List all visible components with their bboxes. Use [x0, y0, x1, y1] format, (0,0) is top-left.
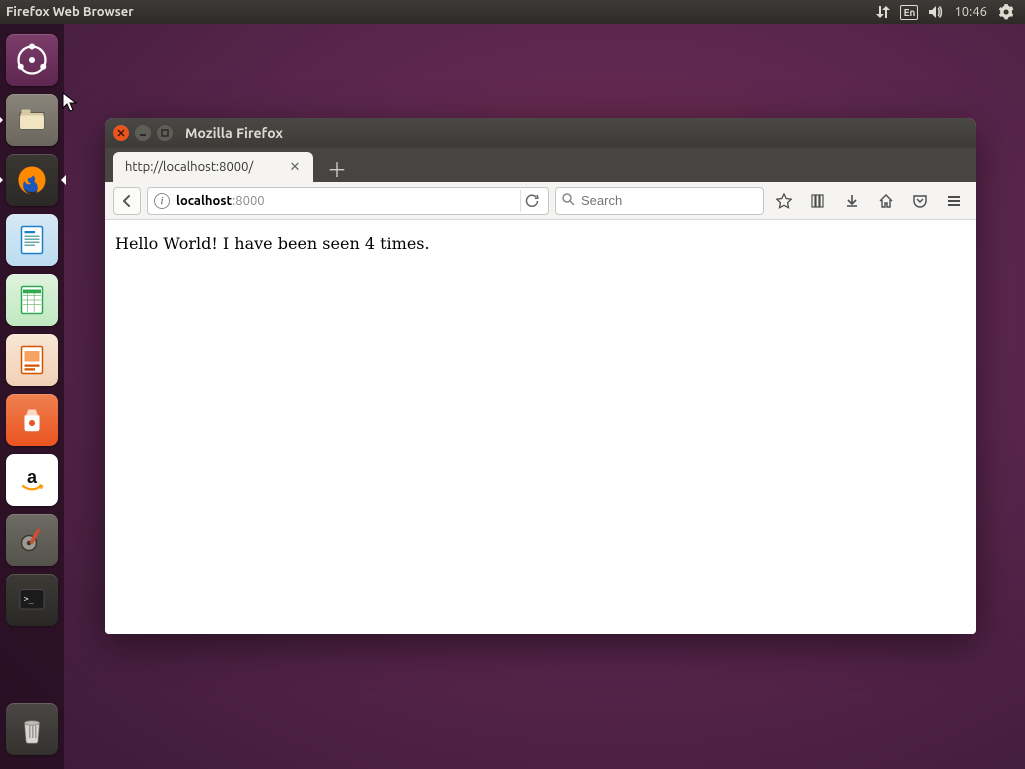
settings-icon[interactable]	[6, 514, 58, 566]
url-text: localhost:8000	[176, 194, 520, 208]
impress-icon[interactable]	[6, 334, 58, 386]
mouse-cursor	[62, 92, 78, 118]
tab-title: http://localhost:8000/	[125, 160, 287, 174]
reload-icon[interactable]	[520, 190, 542, 212]
url-bar[interactable]: i localhost:8000	[147, 187, 549, 215]
library-icon[interactable]	[804, 187, 832, 215]
pocket-icon[interactable]	[906, 187, 934, 215]
dash-icon[interactable]	[6, 34, 58, 86]
bookmark-star-icon[interactable]	[770, 187, 798, 215]
calc-icon[interactable]	[6, 274, 58, 326]
firefox-icon[interactable]	[6, 154, 58, 206]
search-input[interactable]	[581, 193, 757, 208]
navigation-toolbar: i localhost:8000	[105, 182, 976, 220]
amazon-icon[interactable]: a	[6, 454, 58, 506]
active-app-title: Firefox Web Browser	[6, 5, 134, 19]
window-title: Mozilla Firefox	[185, 125, 283, 141]
software-icon[interactable]	[6, 394, 58, 446]
window-close-button[interactable]	[113, 125, 129, 141]
keyboard-language-indicator[interactable]: En	[896, 5, 922, 20]
unity-launcher: a >_	[0, 24, 64, 769]
tab-strip: http://localhost:8000/ ✕ ＋	[105, 148, 976, 182]
home-icon[interactable]	[872, 187, 900, 215]
clock[interactable]: 10:46	[948, 5, 993, 19]
window-titlebar[interactable]: Mozilla Firefox	[105, 118, 976, 148]
search-icon	[562, 193, 575, 209]
browser-tab[interactable]: http://localhost:8000/ ✕	[113, 152, 313, 182]
back-button[interactable]	[113, 187, 141, 215]
terminal-icon[interactable]: >_	[6, 574, 58, 626]
window-maximize-button[interactable]	[157, 125, 173, 141]
firefox-window: Mozilla Firefox http://localhost:8000/ ✕…	[105, 118, 976, 634]
site-info-icon[interactable]: i	[154, 193, 170, 209]
volume-icon[interactable]	[922, 4, 948, 20]
files-icon[interactable]	[6, 94, 58, 146]
window-minimize-button[interactable]	[135, 125, 151, 141]
page-body-text: Hello World! I have been seen 4 times.	[115, 234, 430, 253]
svg-text:a: a	[27, 467, 38, 487]
tab-close-icon[interactable]: ✕	[287, 159, 303, 175]
new-tab-button[interactable]: ＋	[323, 158, 351, 182]
search-bar[interactable]	[555, 187, 764, 215]
session-gear-icon[interactable]	[993, 4, 1019, 20]
writer-icon[interactable]	[6, 214, 58, 266]
trash-icon[interactable]	[6, 703, 58, 755]
network-icon[interactable]	[870, 4, 896, 20]
menu-icon[interactable]	[940, 187, 968, 215]
top-menubar: Firefox Web Browser En 10:46	[0, 0, 1025, 24]
svg-text:>_: >_	[24, 594, 34, 604]
page-content: Hello World! I have been seen 4 times.	[105, 220, 976, 634]
downloads-icon[interactable]	[838, 187, 866, 215]
